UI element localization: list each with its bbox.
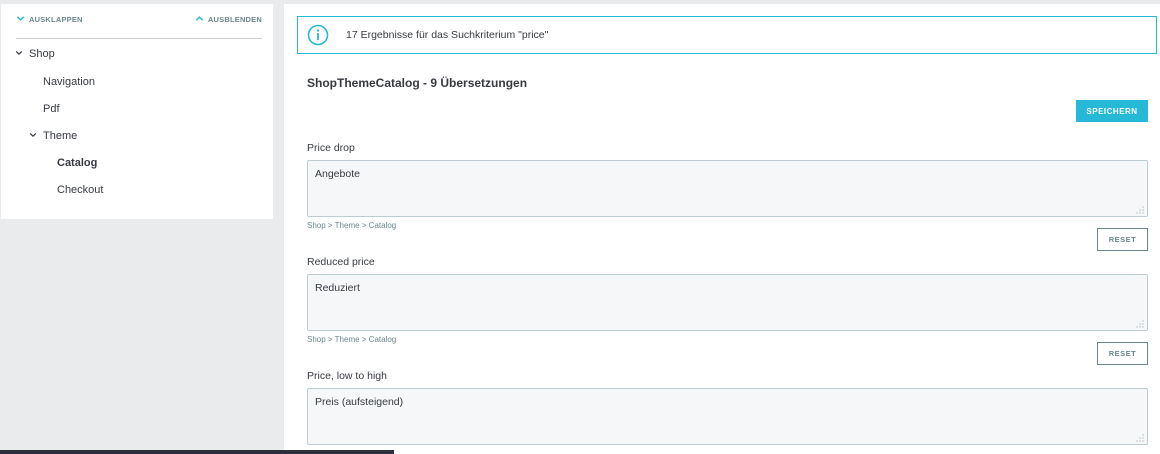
resize-grip-icon[interactable]: [1136, 433, 1144, 442]
tree-item-label: Shop: [29, 48, 55, 60]
alert-message: 17 Ergebnisse für das Suchkriterium "pri…: [346, 29, 549, 41]
chevron-down-icon: [15, 48, 23, 60]
tree-item-navigation[interactable]: Navigation: [43, 76, 95, 88]
tree-item-label: Theme: [43, 130, 78, 142]
translation-value: Preis (aufsteigend): [315, 396, 404, 408]
translation-value: Angebote: [315, 168, 360, 180]
translation-textarea[interactable]: Preis (aufsteigend): [307, 388, 1148, 445]
tree-actions: AUSKLAPPEN AUSBLENDEN: [16, 14, 262, 39]
field-path: Shop > Theme > Catalog: [307, 221, 397, 230]
expand-all-button[interactable]: AUSKLAPPEN: [16, 14, 83, 25]
tree-item-label: Navigation: [43, 76, 95, 88]
collapse-all-label: AUSBLENDEN: [207, 15, 262, 24]
tree-item-pdf[interactable]: Pdf: [43, 103, 60, 115]
info-icon: [298, 17, 338, 53]
reset-button[interactable]: RESET: [1097, 228, 1148, 251]
chevron-down-icon: [16, 14, 25, 25]
translation-tree-panel: AUSKLAPPEN AUSBLENDEN Shop Navigation Pd…: [1, 4, 273, 219]
resize-grip-icon[interactable]: [1136, 319, 1144, 328]
translation-value: Reduziert: [315, 282, 360, 294]
chevron-down-icon: [29, 130, 37, 142]
collapse-all-button[interactable]: AUSBLENDEN: [195, 14, 262, 25]
field-label: Reduced price: [307, 256, 375, 268]
chevron-up-icon: [195, 14, 204, 25]
translations-panel: 17 Ergebnisse für das Suchkriterium "pri…: [284, 4, 1160, 454]
field-label: Price drop: [307, 142, 355, 154]
tree-item-shop[interactable]: Shop: [15, 48, 55, 60]
translation-textarea[interactable]: Angebote: [307, 160, 1148, 217]
field-label: Price, low to high: [307, 370, 387, 382]
section-title: ShopThemeCatalog - 9 Übersetzungen: [307, 76, 528, 90]
bottom-bar: [0, 450, 394, 454]
tree-item-label: Pdf: [43, 103, 60, 115]
reset-button[interactable]: RESET: [1097, 342, 1148, 365]
tree-item-label: Catalog: [57, 157, 98, 169]
tree-item-checkout[interactable]: Checkout: [57, 184, 103, 196]
expand-all-label: AUSKLAPPEN: [29, 15, 83, 24]
tree-item-label: Checkout: [57, 184, 104, 196]
search-results-alert: 17 Ergebnisse für das Suchkriterium "pri…: [297, 16, 1157, 54]
translation-textarea[interactable]: Reduziert: [307, 274, 1148, 331]
resize-grip-icon[interactable]: [1136, 205, 1144, 214]
field-path: Shop > Theme > Catalog: [307, 335, 397, 344]
save-button[interactable]: SPEICHERN: [1076, 100, 1148, 122]
tree-item-catalog[interactable]: Catalog: [57, 157, 97, 169]
tree-item-theme[interactable]: Theme: [29, 130, 77, 142]
